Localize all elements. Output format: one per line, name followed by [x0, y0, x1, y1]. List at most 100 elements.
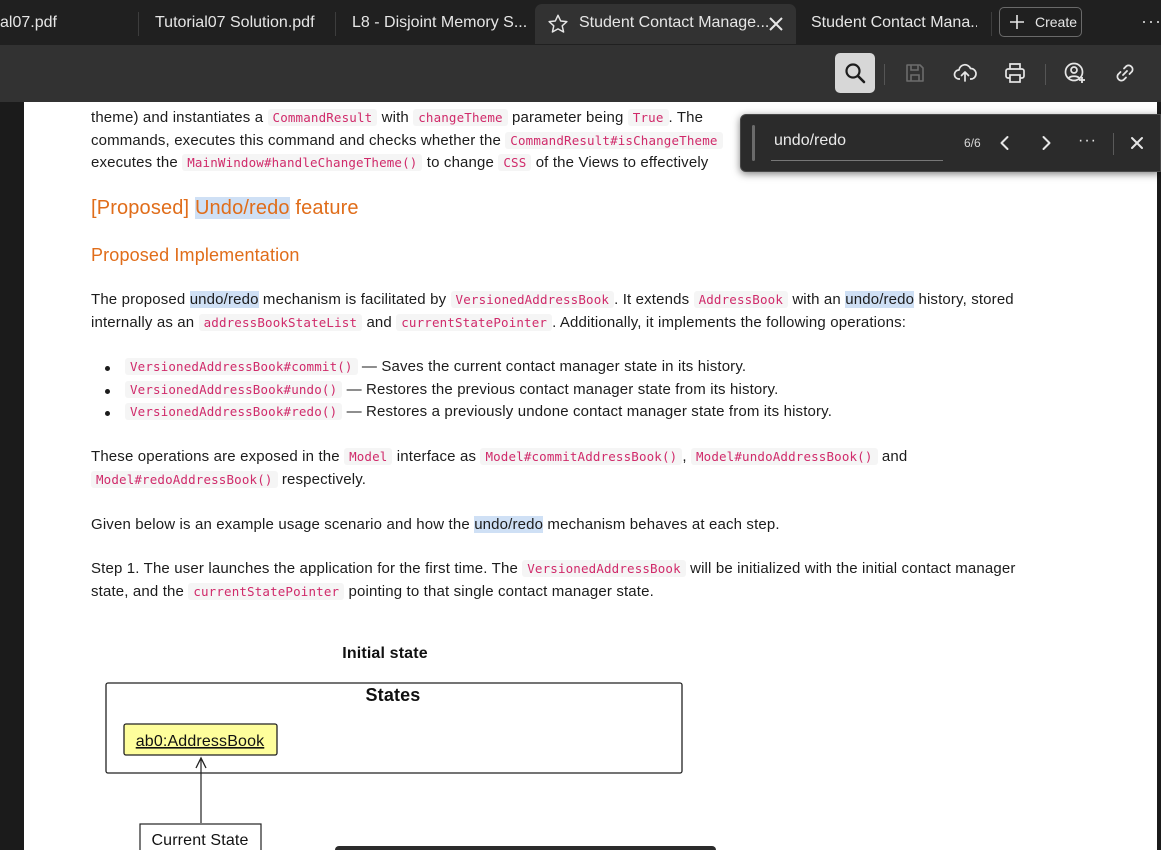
- paragraph-line: These operations are exposed in the Mode…: [91, 448, 907, 465]
- next-match-icon[interactable]: [1034, 131, 1058, 155]
- inline-code: VersionedAddressBook#redo(): [125, 403, 343, 420]
- pdf-page: theme) and instantiates a CommandResult …: [24, 102, 1157, 850]
- text: and: [877, 448, 908, 465]
- inline-code: CommandResult: [267, 109, 378, 126]
- close-tab-icon[interactable]: [767, 15, 785, 33]
- print-button[interactable]: [995, 53, 1035, 93]
- inline-code: VersionedAddressBook#commit(): [125, 358, 358, 375]
- text: to change: [422, 154, 499, 171]
- paragraph-line: The proposed undo/redo mechanism is faci…: [91, 291, 1014, 308]
- link-button[interactable]: [1105, 53, 1145, 93]
- tab-l8-disjoint-memory[interactable]: L8 - Disjoint Memory S...: [336, 5, 526, 41]
- text: executes the: [91, 154, 183, 171]
- search-button[interactable]: [835, 53, 875, 93]
- text: ,: [682, 448, 691, 465]
- toolbar-divider: [884, 64, 885, 85]
- text: of the Views to effectively: [531, 154, 709, 171]
- more-tabs-menu[interactable]: ···: [1141, 11, 1161, 32]
- inline-code: VersionedAddressBook#undo(): [125, 381, 343, 398]
- plus-icon: [1010, 15, 1024, 29]
- previous-match-icon[interactable]: [993, 131, 1017, 155]
- inline-code: currentStatePointer: [396, 314, 553, 331]
- tab-student-contact-manager-2[interactable]: Student Contact Mana...: [797, 5, 977, 41]
- create-button[interactable]: Create: [999, 7, 1082, 37]
- inline-code: AddressBook: [693, 291, 788, 308]
- node-label: ab0:AddressBook: [136, 733, 265, 750]
- object-diagram: Initial state States ab0:AddressBook Cur…: [105, 645, 716, 850]
- text: . The: [668, 109, 704, 126]
- text: will be initialized with the initial con…: [685, 560, 1016, 577]
- search-highlight: Undo/redo: [194, 197, 290, 219]
- text: The proposed: [91, 291, 190, 308]
- text: state, and the: [91, 583, 189, 600]
- find-options-button[interactable]: ···: [1078, 132, 1097, 150]
- tab-tutorial07[interactable]: al07.pdf: [0, 5, 130, 41]
- tab-label: Student Contact Manage...: [579, 14, 770, 31]
- pointer-label: Current State: [151, 832, 248, 849]
- inline-code: currentStatePointer: [188, 583, 345, 600]
- text: respectively.: [277, 471, 367, 488]
- paragraph-line: Given below is an example usage scenario…: [91, 516, 780, 533]
- find-divider: [1113, 133, 1114, 155]
- pdf-toolbar: [0, 45, 1161, 102]
- text: mechanism is facilitated by: [258, 291, 451, 308]
- drag-handle[interactable]: [752, 125, 755, 161]
- text: . It extends: [614, 291, 694, 308]
- text: theme) and instantiates a: [91, 109, 268, 126]
- text: feature: [289, 197, 359, 219]
- tab-bar: al07.pdf Tutorial07 Solution.pdf L8 - Di…: [0, 0, 1161, 45]
- inline-code: CSS: [498, 154, 532, 171]
- text: history, stored: [914, 291, 1014, 308]
- find-query: undo/redo: [774, 132, 847, 149]
- floating-bar: [335, 846, 716, 850]
- diagram-title: Initial state: [342, 645, 428, 662]
- find-input[interactable]: undo/redo: [771, 121, 943, 161]
- inline-code: addressBookStateList: [198, 314, 363, 331]
- share-button[interactable]: [1055, 53, 1095, 93]
- bullet-marker: [105, 366, 110, 371]
- toolbar-divider: [1045, 64, 1046, 85]
- tab-tutorial07-solution[interactable]: Tutorial07 Solution.pdf: [139, 5, 329, 41]
- text: parameter being: [507, 109, 628, 126]
- search-icon: [845, 63, 866, 84]
- link-icon: [1116, 64, 1134, 82]
- inline-code: True: [627, 109, 669, 126]
- bullet-marker: [105, 389, 110, 394]
- text: interface as: [392, 448, 481, 465]
- list-item: VersionedAddressBook#undo() — Restores t…: [125, 381, 778, 398]
- inline-code: CommandResult#isChangeTheme: [505, 132, 723, 149]
- create-label: Create: [1035, 14, 1078, 30]
- tab-label: Student Contact Mana...: [811, 14, 977, 31]
- paragraph-line: state, and the currentStatePointer point…: [91, 583, 654, 600]
- paragraph-line: Model#redoAddressBook() respectively.: [91, 471, 366, 488]
- tab-student-contact-manager-active[interactable]: Student Contact Manage...: [535, 4, 796, 44]
- share-icon: [1064, 62, 1085, 83]
- text: and: [362, 314, 397, 331]
- print-icon: [1005, 63, 1025, 83]
- text: with an: [788, 291, 846, 308]
- inline-code: Model#commitAddressBook(): [480, 448, 683, 465]
- tab-label: al07.pdf: [0, 14, 57, 31]
- text: Step 1. The user launches the applicatio…: [91, 560, 523, 577]
- search-highlight: undo/redo: [474, 516, 544, 533]
- close-find-icon[interactable]: [1125, 131, 1149, 155]
- text: Given below is an example usage scenario…: [91, 516, 475, 533]
- save-button[interactable]: [895, 53, 935, 93]
- text: These operations are exposed in the: [91, 448, 345, 465]
- paragraph-line: executes the MainWindow#handleChangeThem…: [91, 154, 708, 171]
- upload-button[interactable]: [945, 53, 985, 93]
- text: mechanism behaves at each step.: [543, 516, 780, 533]
- inline-code: Model#redoAddressBook(): [91, 471, 278, 488]
- star-icon[interactable]: [547, 13, 569, 35]
- text: pointing to that single contact manager …: [344, 583, 654, 600]
- find-bar: undo/redo 6/6 ···: [740, 114, 1161, 172]
- search-highlight: undo/redo: [845, 291, 915, 308]
- inline-code: Model: [344, 448, 393, 465]
- paragraph-line: Step 1. The user launches the applicatio…: [91, 560, 1016, 577]
- tab-divider: [991, 12, 992, 36]
- text: . Additionally, it implements the follow…: [552, 314, 907, 331]
- inline-code: VersionedAddressBook: [522, 560, 686, 577]
- text: — Restores the previous contact manager …: [342, 381, 779, 398]
- upload-icon: [953, 63, 977, 82]
- inline-code: VersionedAddressBook: [450, 291, 615, 308]
